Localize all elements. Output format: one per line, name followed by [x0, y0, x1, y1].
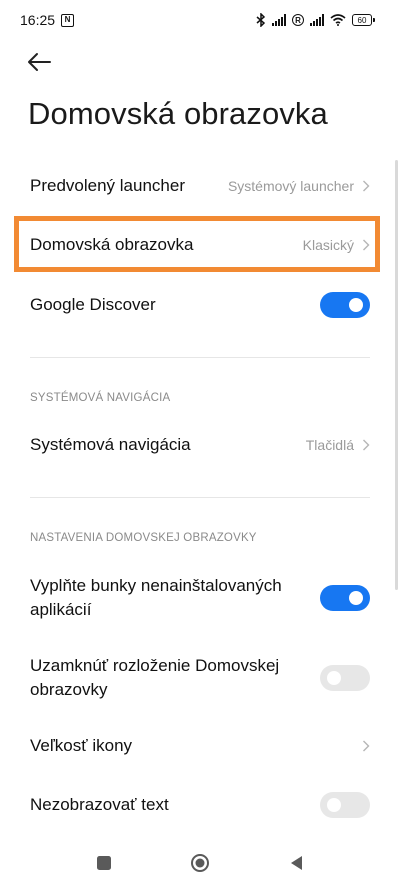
icon-size-label: Veľkosť ikony [30, 736, 133, 755]
fill-cells-label-line2: aplikácií [30, 600, 92, 619]
chevron-right-icon [363, 180, 370, 192]
google-discover-toggle[interactable] [320, 292, 370, 318]
divider [30, 497, 370, 498]
launcher-value: Systémový launcher [227, 178, 354, 194]
system-nav-row[interactable]: Systémová navigácia Tlačidlá [30, 433, 370, 457]
fill-cells-row[interactable]: Vyplňte bunky nenainštalovaných aplikáci… [30, 574, 370, 622]
system-nav-value: Tlačidlá [305, 437, 354, 453]
hide-text-row[interactable]: Nezobrazovať text [30, 792, 370, 818]
launcher-right: Systémový launcher [228, 178, 370, 194]
arrow-left-icon [28, 53, 51, 71]
battery-level: 60 [357, 15, 367, 25]
home-screen-label: Domovská obrazovka [30, 235, 194, 254]
launcher-row[interactable]: Predvolený launcher Systémový launcher [30, 174, 370, 198]
wifi-icon [330, 14, 346, 26]
chevron-right-icon [363, 239, 370, 251]
google-discover-row[interactable]: Google Discover [30, 292, 370, 318]
roaming-icon: R [292, 14, 304, 26]
nfc-icon: N [61, 13, 75, 27]
home-screen-right: Klasický [303, 237, 370, 253]
bluetooth-icon [256, 13, 266, 27]
fill-cells-toggle[interactable] [320, 585, 370, 611]
status-time: 16:25 [20, 12, 56, 28]
section-header-home-settings: NASTAVENIA DOMOVSKEJ OBRAZOVKY [30, 532, 257, 544]
status-right: R 60 [256, 13, 375, 27]
home-screen-row[interactable]: Domovská obrazovka Klasický [30, 233, 370, 257]
hide-text-label: Nezobrazovať text [30, 795, 169, 814]
back-nav-button[interactable] [285, 852, 307, 874]
home-button[interactable] [189, 852, 211, 874]
icon-size-row[interactable]: Veľkosť ikony [30, 734, 370, 758]
battery-icon: 60 [352, 14, 375, 26]
hide-text-toggle[interactable] [320, 792, 370, 818]
lock-layout-label-line1: Uzamknúť rozloženie Domovskej [30, 656, 280, 675]
fill-cells-label: Vyplňte bunky nenainštalovaných aplikáci… [30, 574, 282, 622]
chevron-right-icon [363, 439, 370, 451]
scrollbar[interactable] [395, 160, 398, 590]
chevron-right-icon [363, 740, 370, 752]
lock-layout-row[interactable]: Uzamknúť rozloženie Domovskej obrazovky [30, 654, 370, 702]
status-left: 16:25 N [20, 12, 75, 28]
lock-layout-label: Uzamknúť rozloženie Domovskej obrazovky [30, 654, 279, 702]
system-nav-right: Tlačidlá [306, 437, 370, 453]
triangle-back-icon [291, 856, 302, 870]
signal-icon [310, 14, 324, 26]
circle-icon [191, 854, 209, 872]
back-button[interactable] [26, 50, 54, 74]
status-bar: 16:25 N R 60 [0, 0, 400, 40]
square-icon [97, 856, 111, 870]
recents-button[interactable] [93, 852, 115, 874]
divider [30, 357, 370, 358]
lock-layout-label-line2: obrazovky [30, 680, 108, 699]
icon-size-right [362, 740, 370, 752]
signal-icon [272, 14, 286, 26]
home-screen-value: Klasický [302, 237, 354, 253]
system-nav-bar [0, 837, 400, 889]
google-discover-label: Google Discover [30, 295, 156, 314]
page-title: Domovská obrazovka [28, 96, 328, 131]
launcher-label: Predvolený launcher [30, 176, 185, 195]
lock-layout-toggle[interactable] [320, 665, 370, 691]
system-nav-label: Systémová navigácia [30, 435, 191, 454]
section-header-system-nav: SYSTÉMOVÁ NAVIGÁCIA [30, 392, 171, 404]
fill-cells-label-line1: Vyplňte bunky nenainštalovaných [30, 576, 282, 595]
